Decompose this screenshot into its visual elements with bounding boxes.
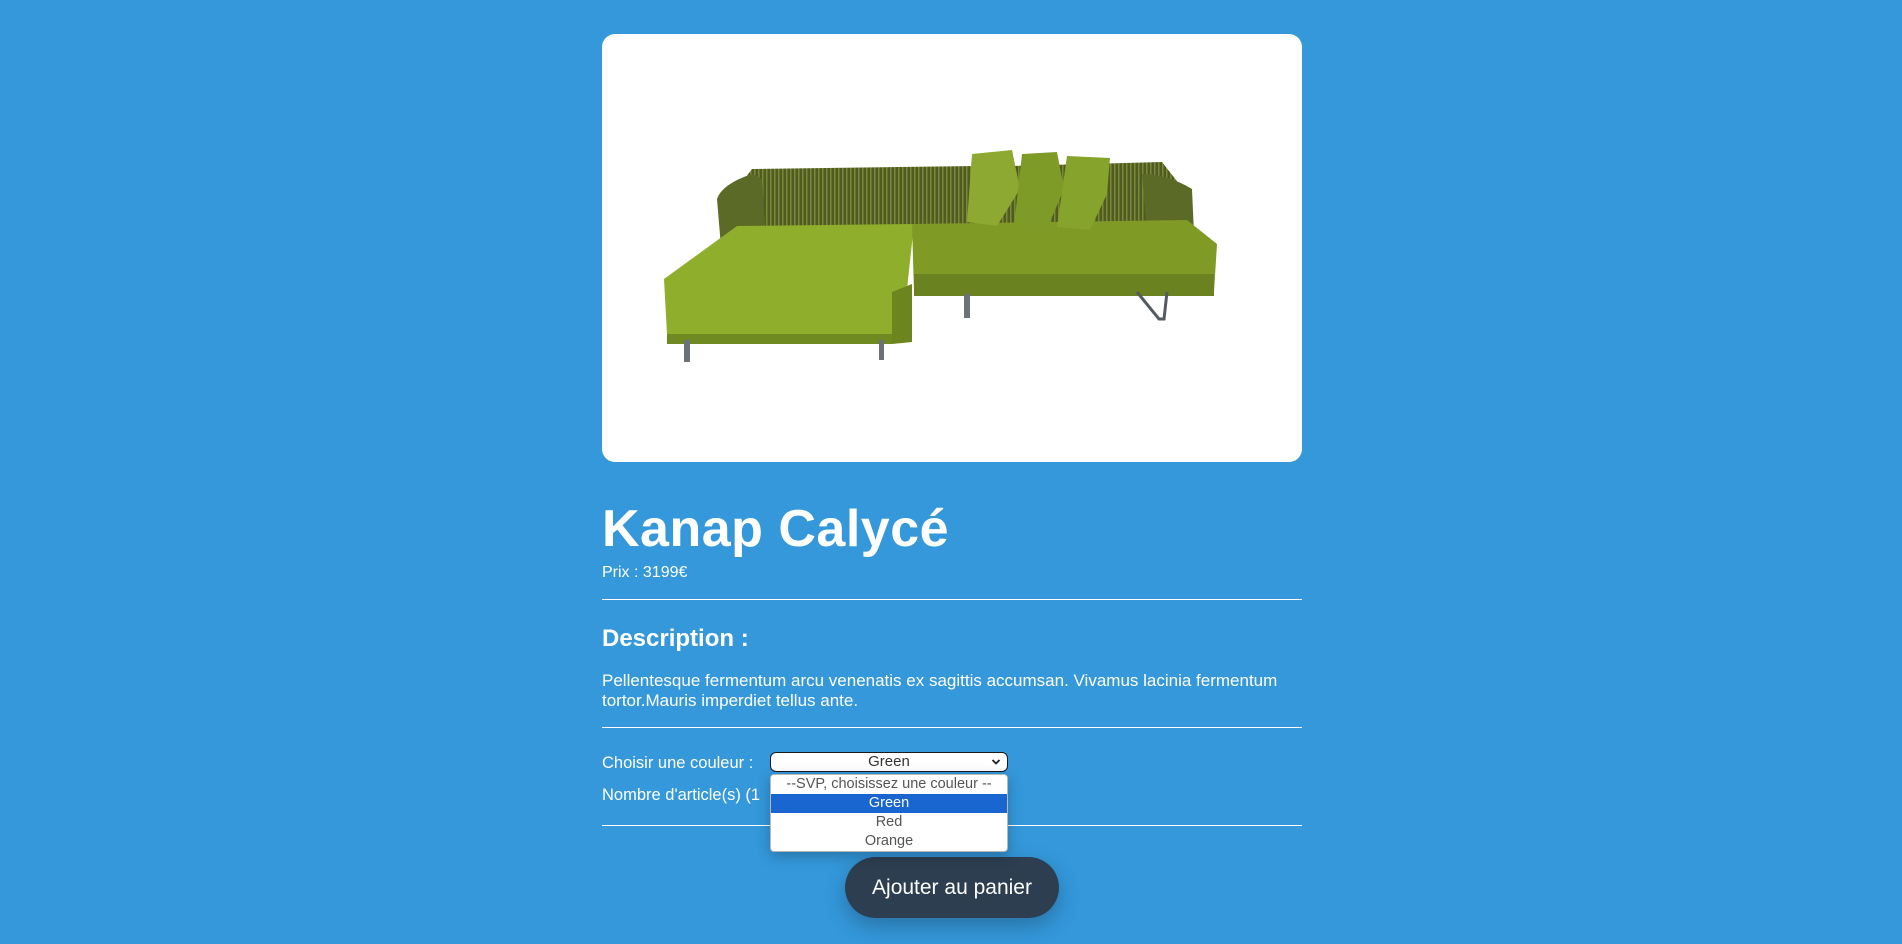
product-image — [602, 34, 1302, 462]
color-option-orange[interactable]: Orange — [771, 832, 1007, 851]
cart-area: Ajouter au panier — [602, 857, 1302, 918]
add-to-cart-button[interactable]: Ajouter au panier — [845, 857, 1059, 918]
description-text: Pellentesque fermentum arcu venenatis ex… — [602, 671, 1278, 710]
color-select-value: Green — [868, 753, 910, 770]
color-option-green[interactable]: Green — [771, 794, 1007, 813]
quantity-label: Nombre d'article(s) (1 — [602, 786, 761, 804]
product-section: Kanap Calycé Prix : 3199€ Description : … — [602, 34, 1302, 918]
product-page: Kanap Calycé Prix : 3199€ Description : … — [0, 0, 1902, 944]
color-dropdown-list: --SVP, choisissez une couleur -- Green R… — [770, 774, 1008, 852]
description-title: Description : — [602, 625, 749, 652]
chevron-down-icon — [991, 759, 1001, 765]
product-price: Prix : 3199€ — [602, 564, 688, 581]
divider — [602, 599, 1302, 600]
color-option-red[interactable]: Red — [771, 813, 1007, 832]
sofa-illustration — [664, 150, 1217, 362]
divider — [602, 727, 1302, 728]
color-label: Choisir une couleur : — [602, 754, 754, 772]
item-settings: Choisir une couleur : Nombre d'article(s… — [602, 752, 1302, 852]
product-title: Kanap Calycé — [602, 500, 950, 558]
color-select[interactable]: Green — [770, 752, 1008, 772]
color-option-placeholder[interactable]: --SVP, choisissez une couleur -- — [771, 775, 1007, 794]
